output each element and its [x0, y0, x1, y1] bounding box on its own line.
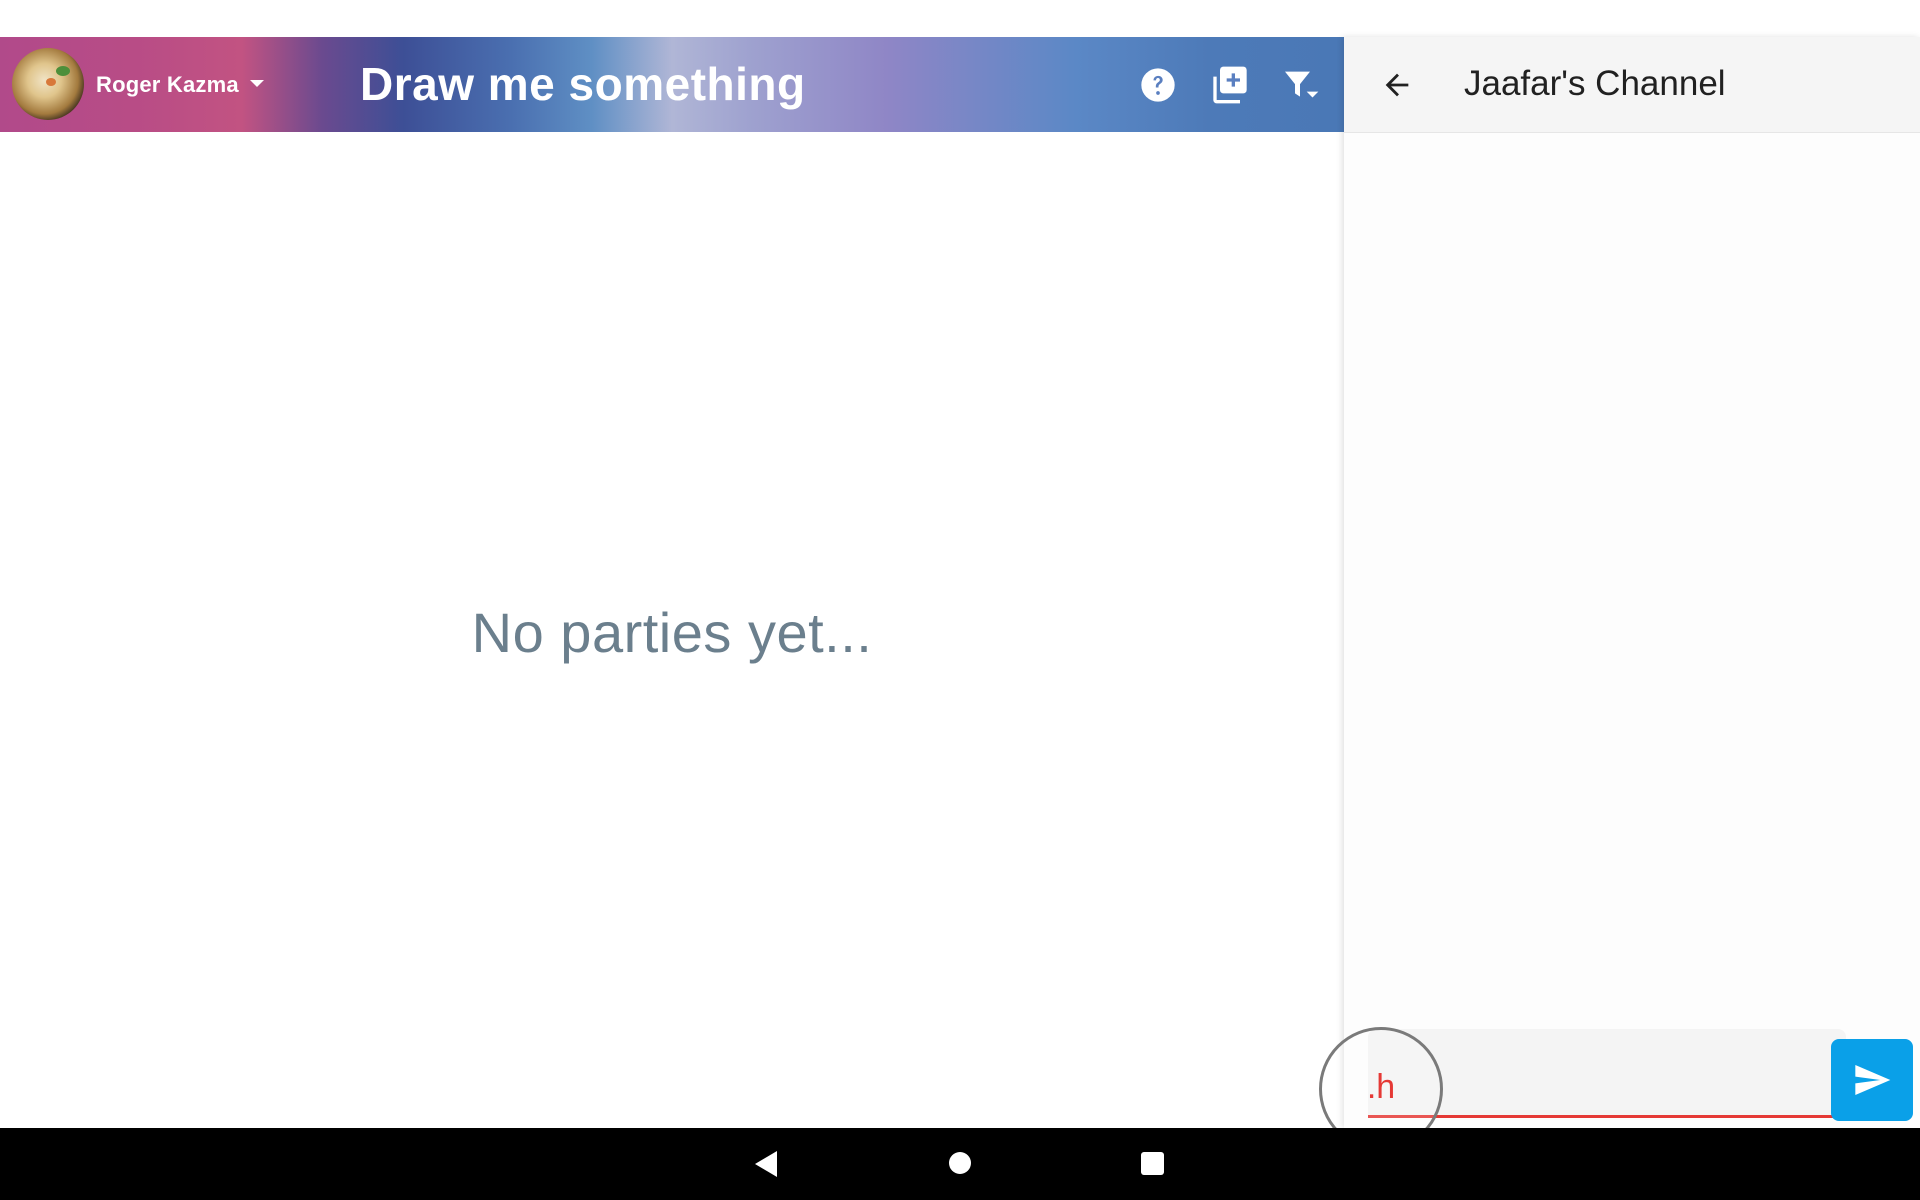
user-name[interactable]: Roger Kazma	[96, 72, 239, 98]
nav-home-icon[interactable]	[949, 1152, 971, 1174]
user-avatar[interactable]	[12, 48, 84, 120]
channel-header: Jaafar's Channel	[1344, 37, 1920, 133]
channel-panel: Jaafar's Channel	[1344, 37, 1920, 1128]
avatar-food-topping	[46, 78, 56, 86]
nav-back-icon[interactable]	[755, 1151, 777, 1177]
arrow-back-icon[interactable]	[1380, 68, 1414, 102]
empty-state-message: No parties yet...	[471, 601, 873, 664]
user-menu-caret-icon[interactable]	[250, 80, 264, 87]
send-button[interactable]	[1831, 1039, 1913, 1121]
help-icon[interactable]	[1138, 65, 1178, 105]
filter-icon[interactable]	[1280, 65, 1320, 105]
send-icon	[1855, 1065, 1891, 1095]
system-navigation-bar	[0, 1128, 1920, 1200]
channel-title: Jaafar's Channel	[1464, 64, 1726, 103]
touch-indicator-text: .h	[1366, 1068, 1396, 1106]
nav-recents-icon[interactable]	[1141, 1152, 1164, 1175]
avatar-food-garnish	[56, 66, 70, 76]
add-box-icon[interactable]	[1210, 65, 1250, 105]
app-header: Roger Kazma Draw me something	[0, 37, 1344, 132]
app-title: Draw me something	[360, 58, 806, 110]
